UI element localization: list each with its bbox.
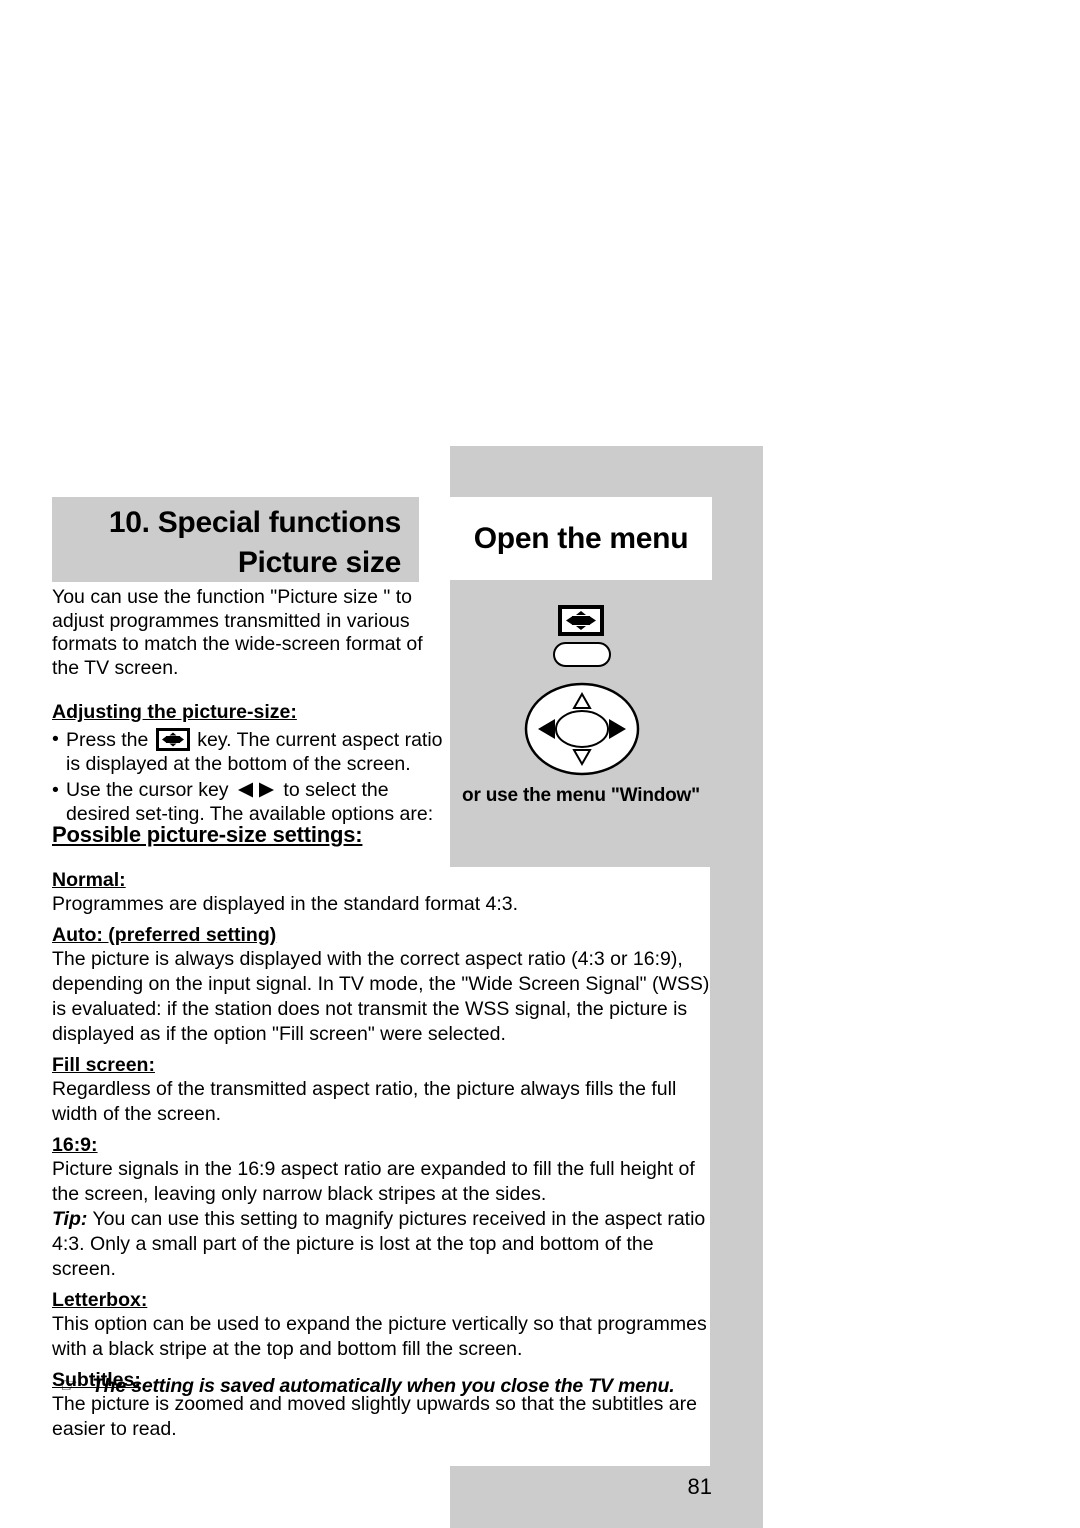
settings-section-heading: Possible picture-size settings: — [52, 822, 363, 847]
setting-entry-auto: Auto: (preferred setting) The picture is… — [52, 917, 712, 1047]
picture-size-key-icon — [558, 605, 604, 636]
setting-entry-subtitles: Subtitles: The picture is zoomed and mov… — [52, 1362, 712, 1442]
setting-text-16-9: Picture signals in the 16:9 aspect ratio… — [52, 1158, 695, 1205]
gray-sidebar-margin-strip — [710, 865, 763, 1466]
setting-entry-normal: Normal: Programmes are displayed in the … — [52, 862, 712, 917]
list-item: • Use the cursor key to select the desir… — [52, 779, 444, 826]
setting-entry-fill-screen: Fill screen: Regardless of the transmitt… — [52, 1047, 712, 1127]
menu-window-hint: or use the menu "Window" — [462, 785, 700, 806]
picture-size-key-icon — [155, 728, 190, 751]
setting-entry-16-9: 16:9: Picture signals in the 16:9 aspect… — [52, 1127, 712, 1282]
oval-button — [553, 642, 611, 667]
list-item: • Press the key. The current aspect rati… — [52, 728, 444, 776]
intro-text-column: You can use the function "Picture size "… — [52, 586, 444, 829]
setting-name-normal: Normal: — [52, 869, 126, 891]
setting-text-letterbox: This option can be used to expand the pi… — [52, 1313, 707, 1360]
adjusting-heading-wrap: Adjusting the picture-size: — [52, 690, 444, 726]
setting-entry-letterbox: Letterbox: This option can be used to ex… — [52, 1282, 712, 1362]
cursor-left-right-arrows-icon — [236, 781, 276, 798]
bullet2-text-before: Use the cursor key — [66, 779, 229, 801]
pointing-hand-icon: ☞ — [60, 1375, 78, 1397]
bullet-press-key-text: Press the key. The current aspect ratio … — [66, 728, 444, 776]
chapter-title-line-1: 10. Special functions — [108, 506, 401, 539]
setting-name-16-9: 16:9: — [52, 1134, 98, 1156]
setting-text-fill-screen: Regardless of the transmitted aspect rat… — [52, 1078, 677, 1125]
setting-name-letterbox: Letterbox: — [52, 1289, 148, 1311]
setting-name-auto: Auto: (preferred setting) — [52, 924, 277, 946]
setting-text-normal: Programmes are displayed in the standard… — [52, 893, 519, 915]
setting-text-auto: The picture is always displayed with the… — [52, 948, 710, 1045]
tip-text: You can use this setting to magnify pict… — [52, 1208, 706, 1280]
bullet-marker: • — [52, 728, 59, 750]
bullet1-text-before: Press the — [66, 729, 149, 751]
page-number: 81 — [687, 1474, 712, 1499]
setting-text-subtitles: The picture is zoomed and moved slightly… — [52, 1393, 697, 1440]
chapter-title-block: 10. Special functions Picture size — [52, 497, 419, 582]
setting-tip-16-9: Tip: You can use this setting to magnify… — [52, 1207, 712, 1282]
bullet-marker: • — [52, 779, 59, 801]
open-the-menu-callout: Open the menu — [450, 497, 712, 580]
intro-paragraph: You can use the function "Picture size "… — [52, 586, 423, 679]
footnote-text: The setting is saved automatically when … — [91, 1375, 675, 1397]
document-page: 10. Special functions Picture size Open … — [0, 0, 1080, 1528]
footnote: ☞ The setting is saved automatically whe… — [60, 1375, 675, 1398]
cursor-navigation-pad — [523, 681, 641, 777]
open-the-menu-label: Open the menu — [473, 521, 689, 555]
tip-label: Tip: — [52, 1208, 88, 1230]
adjusting-heading: Adjusting the picture-size: — [52, 701, 297, 723]
settings-list: Normal: Programmes are displayed in the … — [52, 862, 712, 1442]
bullet-cursor-key-text: Use the cursor key to select the desired… — [66, 779, 444, 826]
remote-control-illustration: or use the menu "Window" — [450, 586, 712, 816]
setting-name-fill-screen: Fill screen: — [52, 1054, 155, 1076]
chapter-title-line-2: Picture size — [237, 546, 401, 579]
